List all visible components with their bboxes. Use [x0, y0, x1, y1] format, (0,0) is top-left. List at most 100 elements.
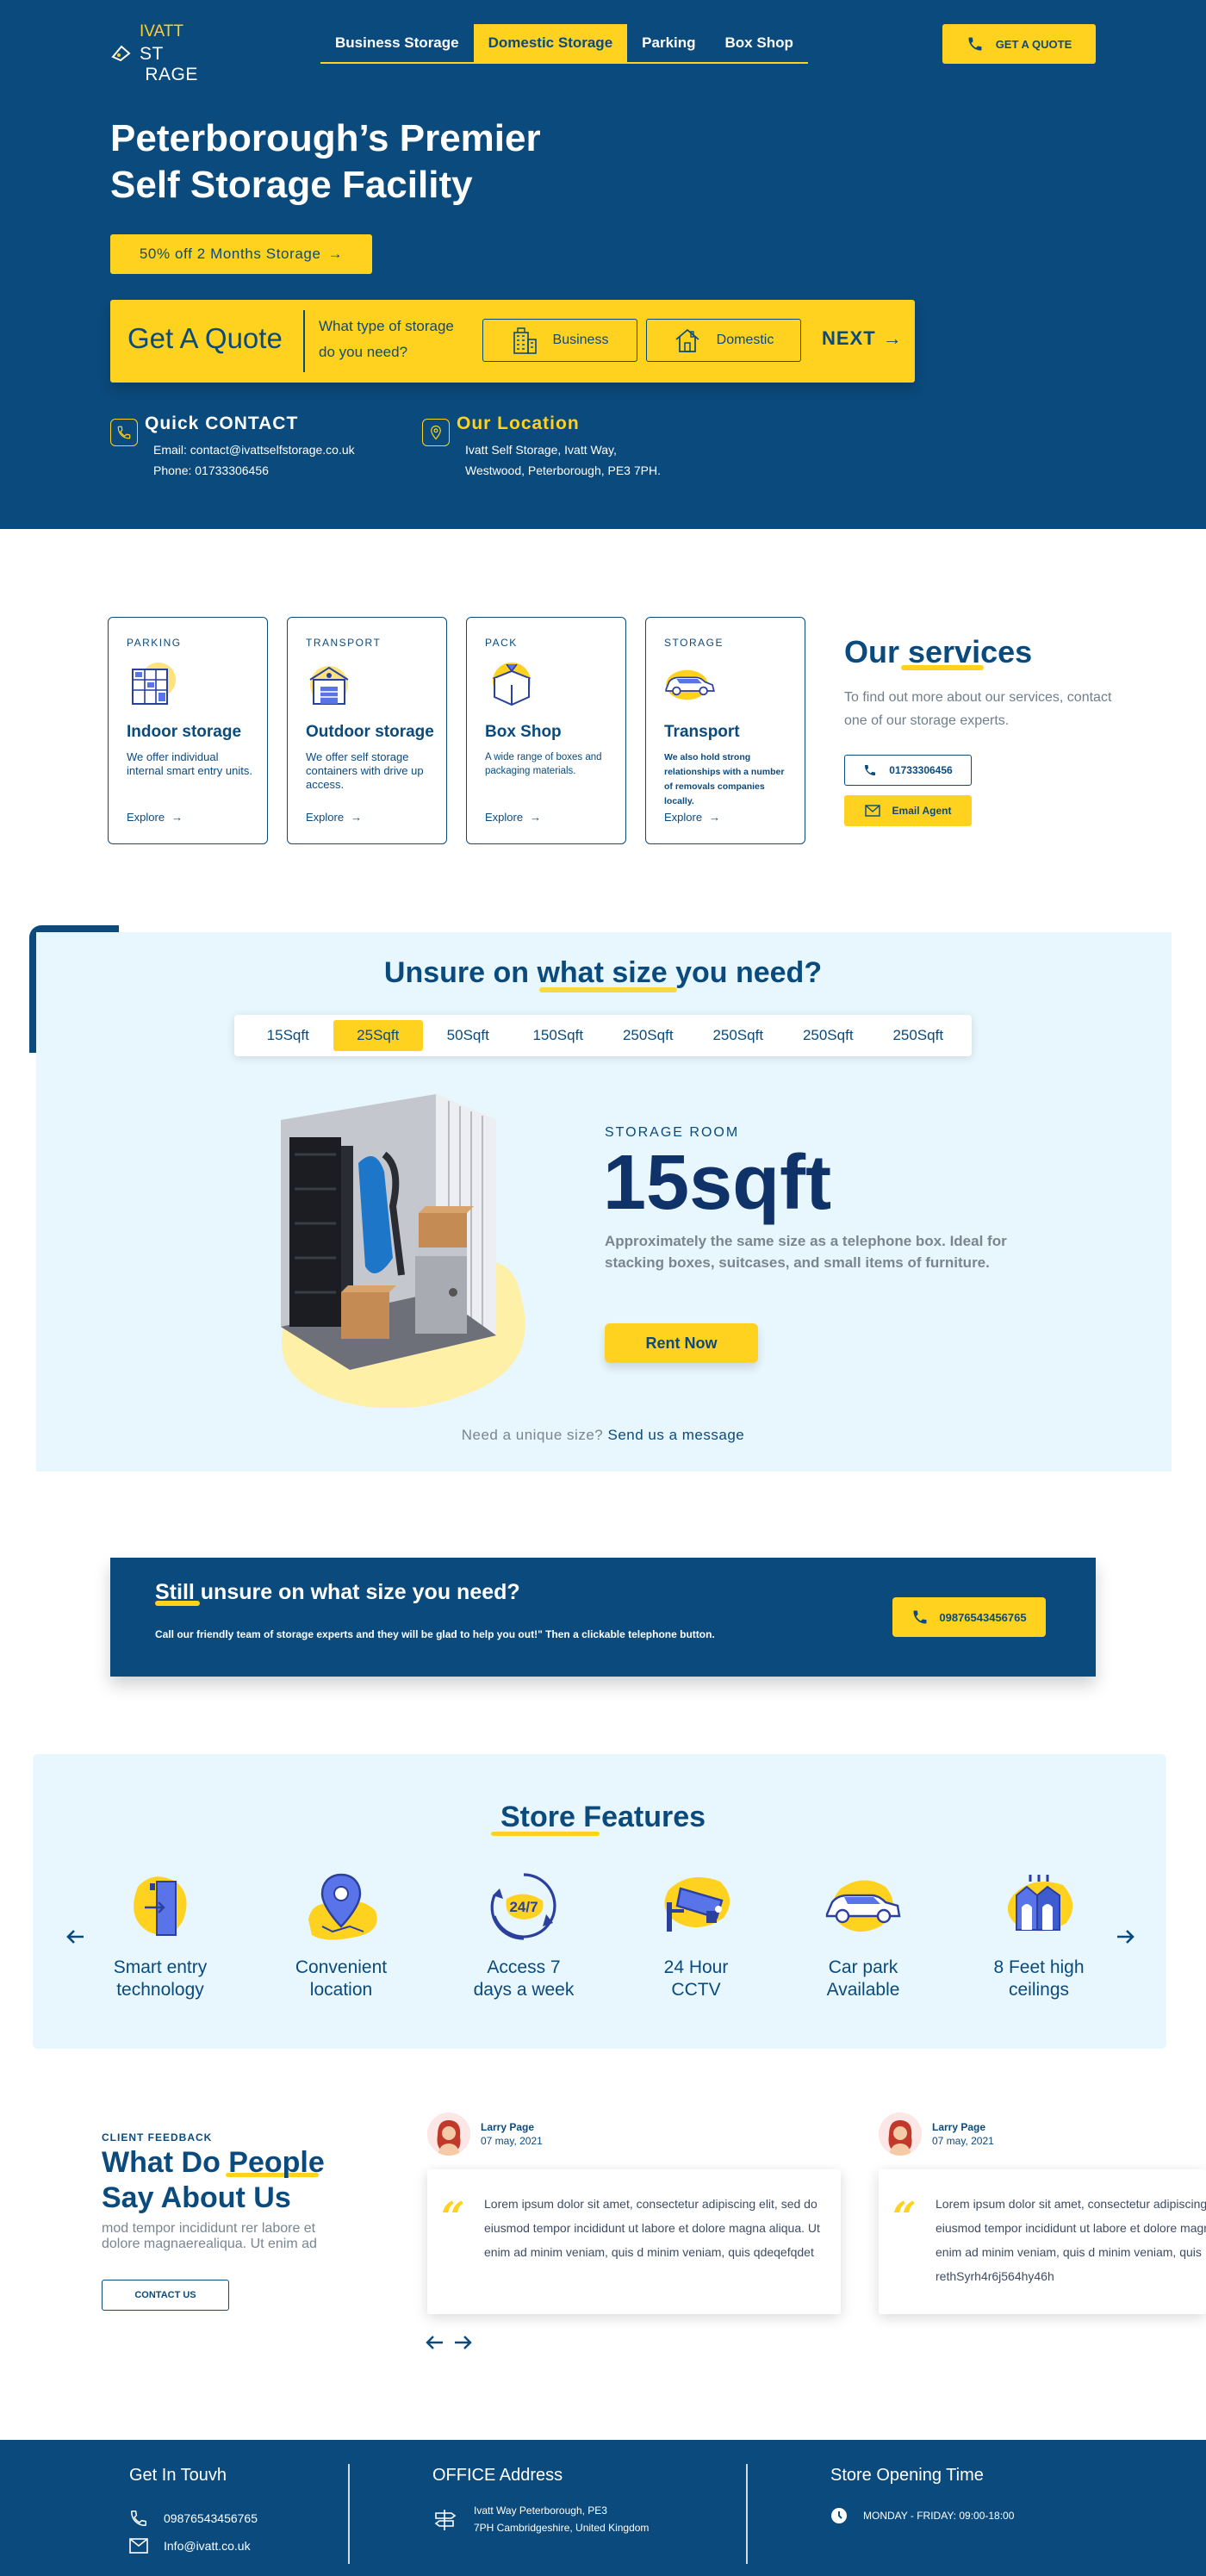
- nav-item-parking[interactable]: Parking: [627, 24, 710, 62]
- feature-label-line2: CCTV: [671, 1980, 721, 2000]
- feature-label-line1: Smart entry: [113, 1957, 208, 1977]
- size-tabs: 15Sqft 25Sqft 50Sqft 150Sqft 250Sqft 250…: [234, 1015, 972, 1056]
- service-card-indoor[interactable]: PARKING Indoor storage We offer individu…: [108, 617, 268, 844]
- feature-label-line1: 24 Hour: [663, 1957, 729, 1977]
- main-nav: Business Storage Domestic Storage Parkin…: [320, 24, 808, 64]
- hero-section: IVATT ST RAGE Business Storage Domestic …: [0, 0, 1206, 529]
- footer-hours-label: MONDAY - FRIDAY: 09:00-18:00: [863, 2510, 1015, 2522]
- feature-smart-entry: Smart entry technology: [76, 1870, 245, 2001]
- house-icon: [675, 328, 699, 352]
- phone-icon: [913, 1610, 927, 1624]
- contact-email[interactable]: Email: contact@ivattselfstorage.co.uk: [153, 443, 355, 457]
- signpost-icon: [434, 2510, 457, 2530]
- contact-phone[interactable]: Phone: 01733306456: [153, 464, 269, 477]
- service-name: Indoor storage: [127, 723, 242, 741]
- service-desc: We offer self storage containers with dr…: [306, 750, 424, 791]
- quick-contact-heading: Quick CONTACT: [145, 414, 299, 433]
- promo-button[interactable]: 50% off 2 Months Storage →: [110, 234, 372, 274]
- size-tab[interactable]: 15Sqft: [243, 1020, 333, 1051]
- rent-now-button[interactable]: Rent Now: [605, 1323, 758, 1363]
- footer-hours: MONDAY - FRIDAY: 09:00-18:00: [830, 2507, 1014, 2524]
- service-explore-link[interactable]: Explore →: [485, 811, 541, 824]
- service-tag: PARKING: [127, 637, 182, 649]
- service-name: Transport: [664, 723, 740, 741]
- footer-email[interactable]: Info@ivatt.co.uk: [129, 2538, 251, 2554]
- service-tag: STORAGE: [664, 637, 724, 649]
- service-explore-link[interactable]: Explore →: [306, 811, 362, 824]
- arrow-right-icon[interactable]: [453, 2335, 472, 2350]
- size-description: Approximately the same size as a telepho…: [605, 1233, 1007, 1271]
- footer-divider: [746, 2464, 748, 2564]
- avatar: [427, 2112, 470, 2156]
- email-agent-label: Email Agent: [892, 805, 952, 817]
- footer-phone[interactable]: 09876543456765: [129, 2509, 258, 2528]
- footer-divider: [348, 2464, 350, 2564]
- box-icon: [492, 663, 532, 706]
- explore-label: Explore: [664, 811, 703, 824]
- unique-size-label: Need a unique size?: [461, 1427, 604, 1443]
- arrow-right-icon: →: [882, 327, 903, 349]
- size-tab[interactable]: 250Sqft: [693, 1020, 784, 1051]
- logo-text-bottom: ST RAGE: [140, 44, 198, 84]
- still-unsure-title: Still unsure on what size you need?: [155, 1580, 520, 1604]
- feature-label-line2: ceilings: [1008, 1980, 1070, 2000]
- footer-address-line1: Ivatt Way Peterborough, PE3: [474, 2504, 607, 2517]
- send-message-link[interactable]: Send us a message: [607, 1427, 744, 1443]
- storage-units-icon: [132, 663, 176, 705]
- hero-title: Peterborough’s Premier Self Storage Faci…: [110, 115, 713, 208]
- title-underline: [491, 1832, 600, 1836]
- arrow-left-icon[interactable]: [426, 2335, 444, 2350]
- location-line1: Ivatt Self Storage, Ivatt Way,: [465, 443, 617, 457]
- arrow-right-icon: →: [171, 811, 183, 824]
- service-explore-link[interactable]: Explore →: [664, 811, 720, 824]
- quote-question-line1: What type of storage: [319, 318, 454, 334]
- feedback-title-line1: What Do People: [102, 2146, 325, 2179]
- size-tab-active[interactable]: 25Sqft: [333, 1020, 423, 1051]
- size-tab[interactable]: 250Sqft: [873, 1020, 964, 1051]
- feature-label-line2: technology: [116, 1980, 204, 2000]
- avatar: [879, 2112, 922, 2156]
- testimonial-date: 07 may, 2021: [481, 2135, 543, 2147]
- email-agent-button[interactable]: Email Agent: [844, 795, 972, 826]
- call-button[interactable]: 09876543456765: [892, 1597, 1046, 1637]
- option-business[interactable]: Business: [482, 319, 637, 362]
- nav-item-domestic-storage[interactable]: Domestic Storage: [473, 24, 628, 62]
- feature-label-line2: days a week: [473, 1980, 575, 2000]
- still-unsure-text: Call our friendly team of storage expert…: [155, 1628, 715, 1640]
- size-tab[interactable]: 250Sqft: [603, 1020, 693, 1051]
- footer-hours-heading: Store Opening Time: [830, 2466, 984, 2485]
- option-domestic[interactable]: Domestic: [646, 319, 801, 362]
- service-card-transport[interactable]: STORAGE Transport We also hold strong re…: [645, 617, 805, 844]
- mail-icon: [129, 2538, 148, 2554]
- building-icon: [513, 327, 537, 354]
- next-button[interactable]: NEXT →: [822, 327, 903, 350]
- quote-bar-divider: [303, 310, 305, 372]
- services-phone-button[interactable]: 01733306456: [844, 755, 972, 786]
- service-card-box-shop[interactable]: PACK Box Shop A wide range of boxes and …: [466, 617, 626, 844]
- service-explore-link[interactable]: Explore →: [127, 811, 183, 824]
- arrow-right-icon: →: [351, 811, 363, 824]
- service-name: Outdoor storage: [306, 723, 434, 741]
- quote-bar-question: What type of storage do you need?: [319, 314, 482, 365]
- size-tab[interactable]: 150Sqft: [513, 1020, 604, 1051]
- contact-us-button[interactable]: CONTACT US: [102, 2280, 229, 2311]
- service-name: Box Shop: [485, 723, 562, 741]
- get-quote-button[interactable]: GET A QUOTE: [942, 24, 1096, 64]
- nav-item-box-shop[interactable]: Box Shop: [711, 24, 808, 62]
- logo[interactable]: IVATT ST RAGE: [110, 22, 222, 84]
- cctv-camera-icon: [664, 1876, 730, 1932]
- size-tab[interactable]: 250Sqft: [783, 1020, 873, 1051]
- quote-question-line2: do you need?: [319, 344, 408, 360]
- service-card-outdoor[interactable]: TRANSPORT Outdoor storage We offer self …: [287, 617, 447, 844]
- footer: Get In Touvh 09876543456765 Info@ivatt.c…: [0, 2440, 1206, 2576]
- size-tab[interactable]: 50Sqft: [423, 1020, 513, 1051]
- footer-contact-heading: Get In Touvh: [129, 2466, 227, 2485]
- storage-room-illustration: [281, 1094, 525, 1408]
- smart-door-icon: [134, 1876, 187, 1936]
- footer-address-line2: 7PH Cambridgeshire, United Kingdom: [474, 2522, 650, 2534]
- nav-item-business-storage[interactable]: Business Storage: [320, 24, 474, 62]
- title-underline: [901, 665, 984, 670]
- footer-phone-label: 09876543456765: [164, 2511, 258, 2525]
- testimonial-name: Larry Page: [481, 2121, 535, 2133]
- warehouse-icon: [309, 666, 349, 705]
